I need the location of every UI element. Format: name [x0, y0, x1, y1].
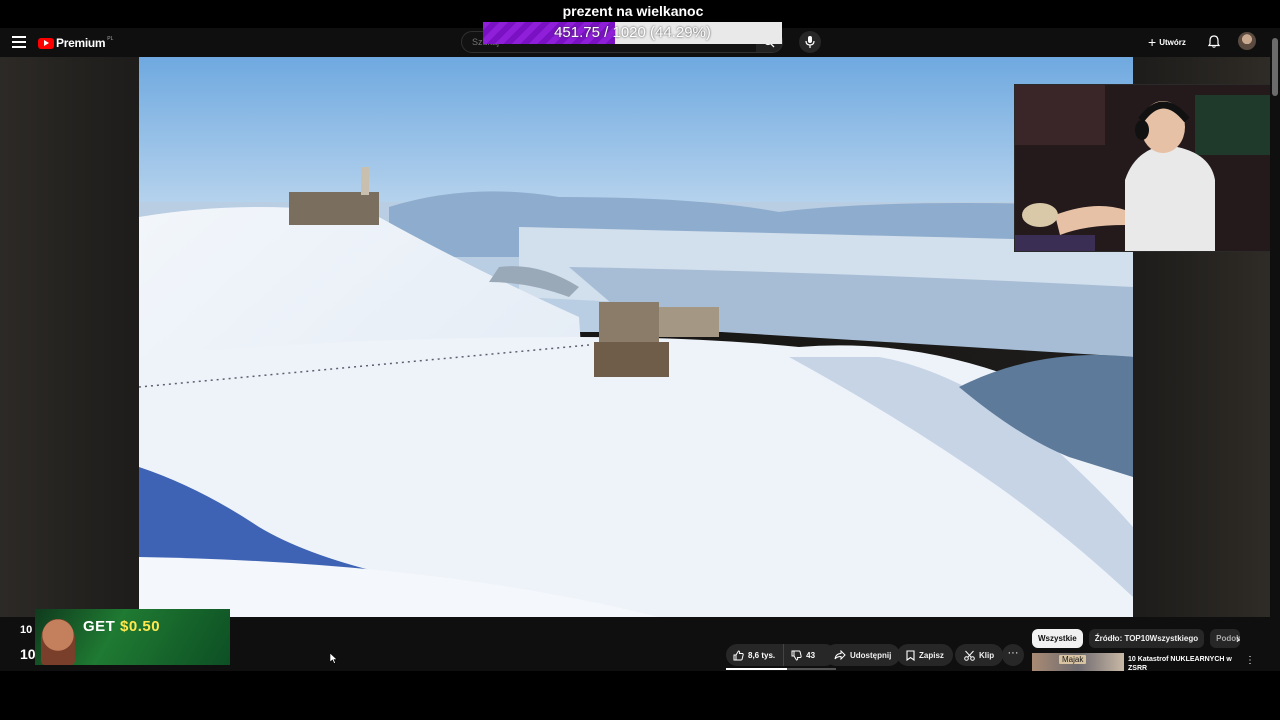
like-button[interactable]: 8,6 tys. [726, 644, 785, 666]
save-label: Zapisz [919, 650, 944, 660]
scissors-icon [964, 650, 975, 661]
chevron-right-icon[interactable]: › [1236, 632, 1240, 646]
create-label: Utwórz [1159, 37, 1186, 47]
more-actions-button[interactable]: ··· [1002, 644, 1024, 666]
create-button[interactable]: + Utwórz [1148, 32, 1186, 52]
promo-ad-banner[interactable]: GET $0.50 [35, 609, 230, 665]
overlay-counter-top: 10 [20, 624, 33, 636]
dislike-button[interactable]: 43 [784, 644, 823, 666]
logo-text: Premium [56, 36, 106, 50]
bookmark-icon [906, 649, 915, 661]
vertical-dots-menu-icon[interactable]: ⋮ [1245, 655, 1255, 666]
ad-text: GET $0.50 [83, 618, 160, 635]
thumbs-down-icon [791, 650, 802, 661]
chip-all[interactable]: Wszystkie [1032, 629, 1083, 648]
share-label: Udostępnij [850, 650, 892, 660]
dislike-count: 43 [806, 650, 816, 660]
webcam-feed [1015, 85, 1279, 251]
thumbnail-badge: Majak [1059, 655, 1087, 664]
share-button[interactable]: Udostępnij [825, 644, 901, 666]
donation-goal-bar: 451.75 / 1020 (44.29%) [483, 22, 782, 44]
plus-icon: + [1148, 34, 1157, 50]
chip-source-channel[interactable]: Źródło: TOP10Wszystkiego [1088, 629, 1205, 648]
share-icon [834, 650, 846, 660]
more-dots-icon: ··· [1007, 647, 1019, 659]
bottom-black-band [0, 671, 1280, 720]
youtube-premium-logo[interactable]: Premium PL [38, 35, 113, 51]
related-filter-chips: Wszystkie Źródło: TOP10Wszystkiego Podob [1032, 629, 1246, 649]
recommended-video[interactable]: Majak 10 Katastrof NUKLEARNYCH w ZSRR [1032, 653, 1274, 671]
overlay-counter-bottom: 10 [20, 646, 36, 662]
clip-button[interactable]: Klip [955, 644, 1004, 666]
like-count: 8,6 tys. [748, 650, 776, 660]
like-dislike-group: 8,6 tys. 43 [726, 644, 836, 666]
thumbs-up-icon [733, 649, 744, 660]
ad-get-text: GET [83, 618, 116, 635]
mic-icon [805, 36, 815, 48]
scrollbar-thumb[interactable] [1272, 38, 1278, 96]
youtube-play-icon [38, 37, 54, 49]
avatar[interactable] [1238, 32, 1256, 50]
donation-goal-title: prezent na wielkanoc [562, 3, 704, 19]
mouse-cursor-icon [329, 651, 338, 669]
voice-search-button[interactable] [799, 31, 821, 53]
ad-mascot-image [41, 619, 75, 665]
page: Premium PL + Utwórz prezent na wielkanoc… [0, 0, 1280, 720]
like-ratio-fill [726, 668, 787, 670]
streamer-webcam [1014, 84, 1280, 252]
ad-amount: $0.50 [120, 618, 161, 635]
recommended-video-title[interactable]: 10 Katastrof NUKLEARNYCH w ZSRR [1128, 655, 1240, 671]
save-button[interactable]: Zapisz [897, 644, 953, 666]
recommended-video-thumbnail[interactable]: Majak [1032, 653, 1124, 671]
menu-icon[interactable] [12, 36, 26, 48]
video-frame-snowy-mountain [139, 57, 1133, 617]
like-ratio-bar [726, 668, 836, 670]
logo-country-code: PL [107, 36, 114, 42]
clip-label: Klip [979, 650, 995, 660]
video-player[interactable] [139, 57, 1133, 617]
notifications-bell-icon[interactable] [1207, 35, 1221, 53]
page-scrollbar[interactable] [1270, 28, 1280, 671]
donation-goal-progress-text: 451.75 / 1020 (44.29%) [554, 24, 711, 41]
